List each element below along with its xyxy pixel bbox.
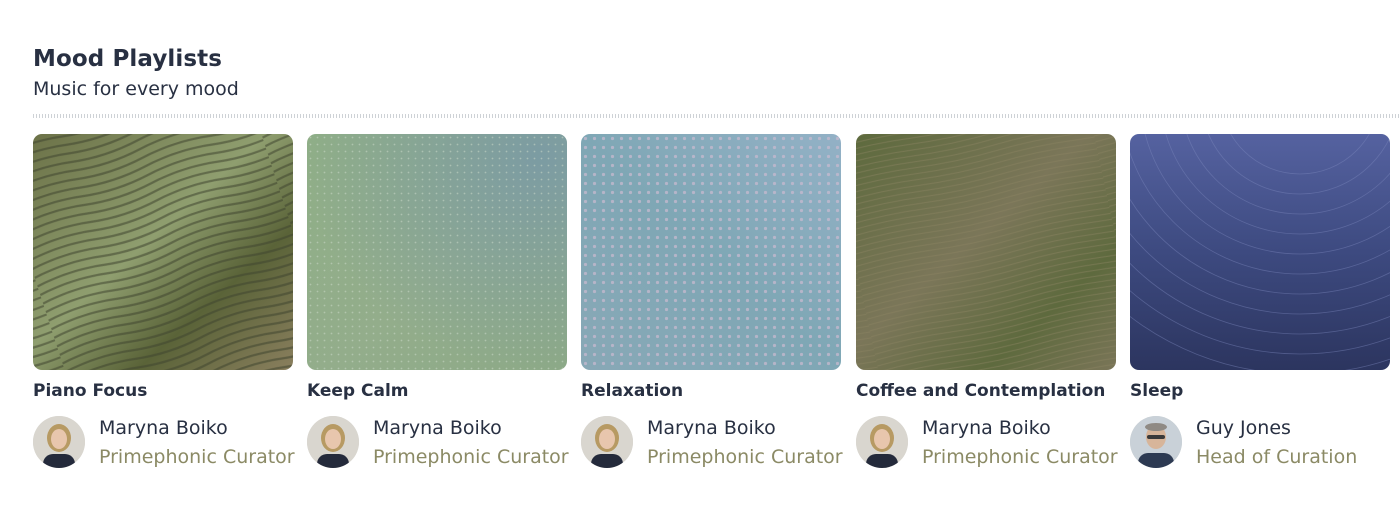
playlist-cover[interactable]: [307, 134, 567, 370]
section-divider: [33, 114, 1400, 118]
playlist-title[interactable]: Coffee and Contemplation: [856, 380, 1116, 402]
curator-name[interactable]: Guy Jones: [1196, 416, 1291, 440]
playlist-cover[interactable]: [581, 134, 841, 370]
playlist-cover[interactable]: [33, 134, 293, 370]
playlist-card-relaxation[interactable]: Relaxation Maryna Boiko Primephonic Cura…: [581, 134, 843, 468]
curator-role: Primephonic Curator: [99, 446, 295, 468]
playlist-card-keep-calm[interactable]: Keep Calm Maryna Boiko Primephonic Curat…: [307, 134, 569, 468]
curator-info[interactable]: Guy Jones Head of Curation: [1130, 416, 1390, 468]
playlist-title[interactable]: Sleep: [1130, 380, 1390, 402]
curator-name[interactable]: Maryna Boiko: [922, 416, 1051, 440]
curator-avatar[interactable]: [307, 416, 359, 468]
curator-info[interactable]: Maryna Boiko Primephonic Curator: [307, 416, 569, 468]
curator-role: Primephonic Curator: [922, 446, 1118, 468]
playlist-title[interactable]: Piano Focus: [33, 380, 293, 402]
curator-info[interactable]: Maryna Boiko Primephonic Curator: [581, 416, 843, 468]
curator-name[interactable]: Maryna Boiko: [99, 416, 228, 440]
curator-name[interactable]: Maryna Boiko: [373, 416, 502, 440]
playlist-title[interactable]: Keep Calm: [307, 380, 567, 402]
curator-avatar[interactable]: [856, 416, 908, 468]
curator-info[interactable]: Maryna Boiko Primephonic Curator: [33, 416, 295, 468]
curator-avatar[interactable]: [581, 416, 633, 468]
curator-role: Head of Curation: [1196, 446, 1358, 468]
playlist-title[interactable]: Relaxation: [581, 380, 841, 402]
section-subtitle: Music for every mood: [33, 78, 239, 100]
curator-avatar[interactable]: [33, 416, 85, 468]
section-title: Mood Playlists: [33, 46, 223, 72]
mood-playlists-section: Mood Playlists Music for every mood Pian…: [33, 44, 1400, 468]
playlist-card-coffee-and-contemplation[interactable]: Coffee and Contemplation Maryna Boiko Pr…: [856, 134, 1118, 468]
playlist-card-sleep[interactable]: Sleep Guy Jones Head of Curation: [1130, 134, 1390, 468]
curator-role: Primephonic Curator: [647, 446, 843, 468]
playlist-cover[interactable]: [1130, 134, 1390, 370]
curator-role: Primephonic Curator: [373, 446, 569, 468]
curator-info[interactable]: Maryna Boiko Primephonic Curator: [856, 416, 1118, 468]
playlist-cover[interactable]: [856, 134, 1116, 370]
curator-name[interactable]: Maryna Boiko: [647, 416, 776, 440]
playlist-carousel: Piano Focus Maryna Boiko Primephonic Cur…: [33, 134, 1400, 474]
playlist-card-piano-focus[interactable]: Piano Focus Maryna Boiko Primephonic Cur…: [33, 134, 295, 468]
curator-avatar[interactable]: [1130, 416, 1182, 468]
